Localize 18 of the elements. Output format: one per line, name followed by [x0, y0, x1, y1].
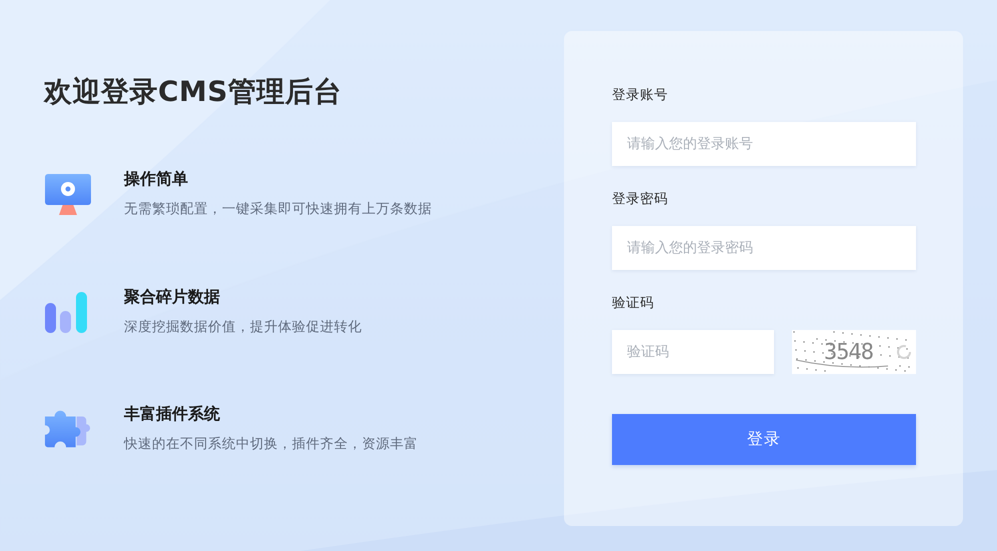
monitor-gear-icon [44, 173, 92, 217]
field-label: 验证码 [612, 294, 655, 312]
feature-description: 深度挖掘数据价值，提升体验促进转化 [124, 318, 362, 336]
login-button[interactable]: 登录 [612, 414, 916, 465]
feature-description: 快速的在不同系统中切换，插件齐全，资源丰富 [124, 435, 418, 454]
field-label: 登录账号 [612, 86, 669, 104]
feature-title: 丰富插件系统 [124, 404, 221, 426]
captcha-image[interactable]: 3548 [792, 330, 916, 374]
account-input-field[interactable]: 请输入您的登录账号 [612, 122, 916, 166]
field-label: 登录密码 [612, 190, 669, 208]
captcha-input-field[interactable]: 验证码 [612, 330, 774, 374]
password-input-field[interactable]: 请输入您的登录密码 [612, 226, 916, 270]
captcha-code: 3548 [824, 340, 873, 364]
feature-title: 操作简单 [124, 169, 189, 190]
page-title: 欢迎登录CMS管理后台 [44, 74, 344, 110]
feature-description: 无需繁琐配置，一键采集即可快速拥有上万条数据 [124, 200, 432, 218]
feature-title: 聚合碎片数据 [124, 286, 221, 308]
refresh-icon[interactable] [896, 344, 912, 360]
